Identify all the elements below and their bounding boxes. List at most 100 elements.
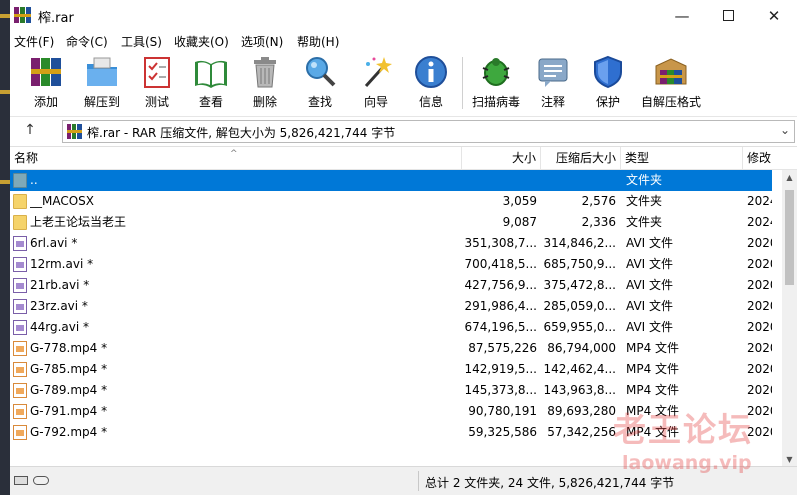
scroll-up-icon[interactable]: ▲ [782,170,797,185]
view-button[interactable]: 查看 [190,54,232,114]
column-header-packed[interactable]: 压缩后大小 [541,147,621,170]
file-type-cell: 文件夹 [626,215,663,229]
comment-icon [535,54,571,90]
key-icon[interactable] [33,476,49,485]
rar-archive-icon [67,124,82,139]
file-type-cell: MP4 文件 [626,341,680,355]
path-text: 榨.rar - RAR 压缩文件, 解包大小为 5,826,421,744 字节 [87,126,396,140]
add-label: 添加 [33,95,58,109]
file-size-cell: 87,575,226 [468,341,537,355]
delete-icon [247,54,283,90]
menu-tools[interactable]: 工具(S) [121,33,162,50]
sfx-button[interactable]: 自解压格式 [638,54,704,114]
packed-size-cell: 143,963,8... [543,383,616,397]
packed-size-cell: 314,846,2... [543,236,616,250]
table-row[interactable]: 23rz.avi * 291,986,4... 285,059,0... AVI 文件… [10,296,772,317]
find-icon [302,54,338,90]
up-level-button[interactable]: ↑ [20,122,40,140]
test-icon [139,54,175,90]
column-header-name[interactable]: 名称 ^ [10,147,462,170]
column-header-modified[interactable]: 修改 [743,147,797,170]
virus-scan-button[interactable]: 扫描病毒 [470,54,522,114]
title-bar[interactable]: 榨.rar — ✕ [10,0,797,31]
sfx-label: 自解压格式 [640,95,701,109]
file-type-cell: MP4 文件 [626,383,680,397]
menu-favorites[interactable]: 收藏夹(O) [174,33,229,50]
modified-cell: 2020 [747,320,772,334]
drive-icon[interactable] [14,476,28,485]
file-size-cell: 351,308,7... [464,236,537,250]
vertical-scrollbar[interactable]: ▲ ▼ [782,170,797,467]
column-header-type-label: 类型 [625,151,650,165]
test-button[interactable]: 测试 [137,54,177,114]
address-bar: ↑ 榨.rar - RAR 压缩文件, 解包大小为 5,826,421,744 … [10,116,797,145]
menu-help[interactable]: 帮助(H) [297,33,339,50]
scrollbar-thumb[interactable] [785,190,794,285]
folder-icon [13,194,27,209]
table-row[interactable]: .. 文件夹 [10,170,772,191]
packed-size-cell: 2,336 [581,215,616,229]
protect-button[interactable]: 保护 [588,54,628,114]
table-row[interactable]: 上老王论坛当老王 9,087 2,336 文件夹 2024 [10,212,772,233]
add-archive-icon [28,54,64,90]
extract-to-icon [84,54,120,90]
file-name-cell: G-778.mp4 * [30,341,108,355]
minimize-icon: — [674,6,690,25]
add-button[interactable]: 添加 [25,54,67,114]
wizard-button[interactable]: 向导 [356,54,396,114]
file-type-cell: AVI 文件 [626,236,674,250]
avi-file-icon [13,257,27,272]
extract-to-button[interactable]: 解压到 [78,54,126,114]
file-type-cell: AVI 文件 [626,278,674,292]
avi-file-icon [13,320,27,335]
table-row[interactable]: 21rb.avi * 427,756,9... 375,472,8... AVI 文件… [10,275,772,296]
status-summary: 总计 2 文件夹, 24 文件, 5,826,421,744 字节 [425,476,675,490]
info-button[interactable]: 信息 [411,54,451,114]
protect-label: 保护 [595,95,620,109]
modified-cell [747,170,772,191]
modified-cell: 2020 [747,236,772,250]
modified-cell: 2020 [747,341,772,355]
file-name-cell: 21rb.avi * [30,278,90,292]
menu-commands[interactable]: 命令(C) [66,33,108,50]
list-header: 名称 ^ 大小 压缩后大小 类型 修改 [10,147,797,170]
path-combobox[interactable]: 榨.rar - RAR 压缩文件, 解包大小为 5,826,421,744 字节… [62,120,795,143]
find-button[interactable]: 查找 [300,54,340,114]
scroll-down-icon[interactable]: ▼ [782,452,797,467]
table-row[interactable]: 12rm.avi * 700,418,5... 685,750,9... AVI 文件… [10,254,772,275]
file-type-cell: 文件夹 [626,173,663,187]
packed-size-cell: 86,794,000 [547,341,616,355]
close-button[interactable]: ✕ [751,0,797,31]
menu-options[interactable]: 选项(N) [241,33,283,50]
packed-size-cell: 142,462,4... [543,362,616,376]
modified-cell: 2024 [747,194,772,208]
menu-file[interactable]: 文件(F) [14,33,54,50]
packed-size-cell: 659,955,0... [543,320,616,334]
table-row[interactable]: G-778.mp4 * 87,575,226 86,794,000 MP4 文件 202… [10,338,772,359]
comment-button[interactable]: 注释 [533,54,573,114]
column-header-name-label: 名称 [14,151,39,165]
extract-to-label: 解压到 [83,95,120,109]
minimize-button[interactable]: — [659,0,705,31]
file-type-cell: AVI 文件 [626,257,674,271]
table-row[interactable]: 6rl.avi * 351,308,7... 314,846,2... AVI 文件 2… [10,233,772,254]
packed-size-cell [541,170,616,191]
file-name-cell: G-789.mp4 * [30,383,108,397]
maximize-button[interactable] [705,0,751,31]
chevron-down-icon[interactable]: ⌄ [780,123,790,137]
watermark-text: 老王论坛 [613,410,753,449]
packed-size-cell: 89,693,280 [547,404,616,418]
column-header-type[interactable]: 类型 [621,147,743,170]
delete-button[interactable]: 删除 [245,54,285,114]
mp4-file-icon [13,383,27,398]
info-label: 信息 [418,95,443,109]
mp4-file-icon [13,425,27,440]
column-header-size[interactable]: 大小 [462,147,541,170]
test-label: 测试 [144,95,169,109]
view-label: 查看 [198,95,223,109]
info-icon [413,54,449,90]
table-row[interactable]: G-785.mp4 * 142,919,5... 142,462,4... MP4 文… [10,359,772,380]
table-row[interactable]: G-789.mp4 * 145,373,8... 143,963,8... MP4 文… [10,380,772,401]
table-row[interactable]: 44rg.avi * 674,196,5... 659,955,0... AVI 文件… [10,317,772,338]
table-row[interactable]: __MACOSX 3,059 2,576 文件夹 2024 [10,191,772,212]
